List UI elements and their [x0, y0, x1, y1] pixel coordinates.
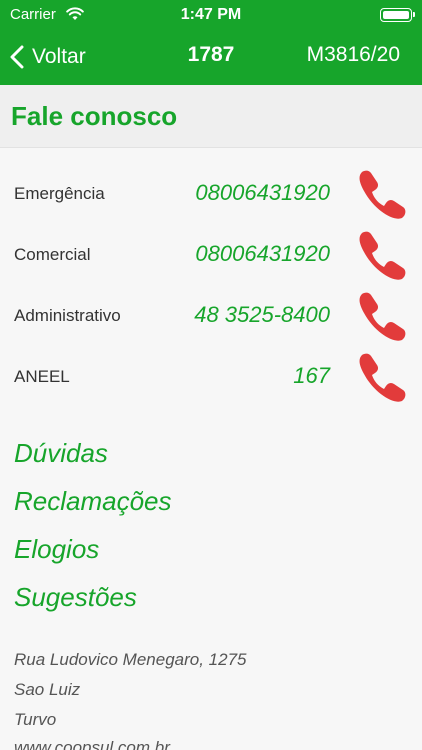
- address-website[interactable]: www.coopsul.com.br: [14, 738, 170, 750]
- link-duvidas[interactable]: Dúvidas: [14, 438, 108, 469]
- page-title: Fale conosco: [11, 101, 178, 131]
- phone-handset-icon[interactable]: [356, 350, 408, 402]
- link-reclamacoes[interactable]: Reclamações: [14, 486, 172, 517]
- navigation-bar: Carrier 1:47 PM Voltar 1787 M3816/20: [0, 0, 422, 85]
- address-street: Rua Ludovico Menegaro, 1275: [14, 650, 247, 669]
- contact-number[interactable]: 08006431920: [195, 180, 330, 206]
- nav-reference: M3816/20: [306, 43, 400, 66]
- status-time: 1:47 PM: [180, 6, 242, 23]
- section-header: Fale conosco: [0, 85, 422, 148]
- contact-number[interactable]: 167: [293, 363, 330, 389]
- contact-label: Administrativo: [14, 306, 121, 325]
- contact-row-administrativo: Administrativo 48 3525-8400: [0, 286, 422, 346]
- link-elogios[interactable]: Elogios: [14, 534, 99, 565]
- back-button[interactable]: Voltar: [10, 42, 86, 72]
- contact-row-aneel: ANEEL 167: [0, 347, 422, 407]
- contact-row-emergencia: Emergência 08006431920: [0, 164, 422, 224]
- address-city: Turvo: [14, 710, 57, 729]
- link-sugestoes[interactable]: Sugestões: [14, 582, 137, 613]
- contact-number[interactable]: 08006431920: [195, 241, 330, 267]
- contact-number[interactable]: 48 3525-8400: [194, 302, 330, 328]
- back-label: Voltar: [32, 45, 86, 68]
- phone-handset-icon[interactable]: [356, 228, 408, 280]
- status-bar: Carrier 1:47 PM: [0, 0, 422, 30]
- contact-label: Comercial: [14, 245, 91, 264]
- phone-handset-icon[interactable]: [356, 289, 408, 341]
- chevron-left-icon: [10, 45, 24, 69]
- contact-label: Emergência: [14, 184, 105, 203]
- contact-row-comercial: Comercial 08006431920: [0, 225, 422, 285]
- phone-handset-icon[interactable]: [356, 167, 408, 219]
- contact-label: ANEEL: [14, 367, 70, 386]
- battery-icon: [380, 8, 415, 22]
- nav-row: Voltar 1787 M3816/20: [0, 30, 422, 85]
- address-district: Sao Luiz: [14, 680, 81, 699]
